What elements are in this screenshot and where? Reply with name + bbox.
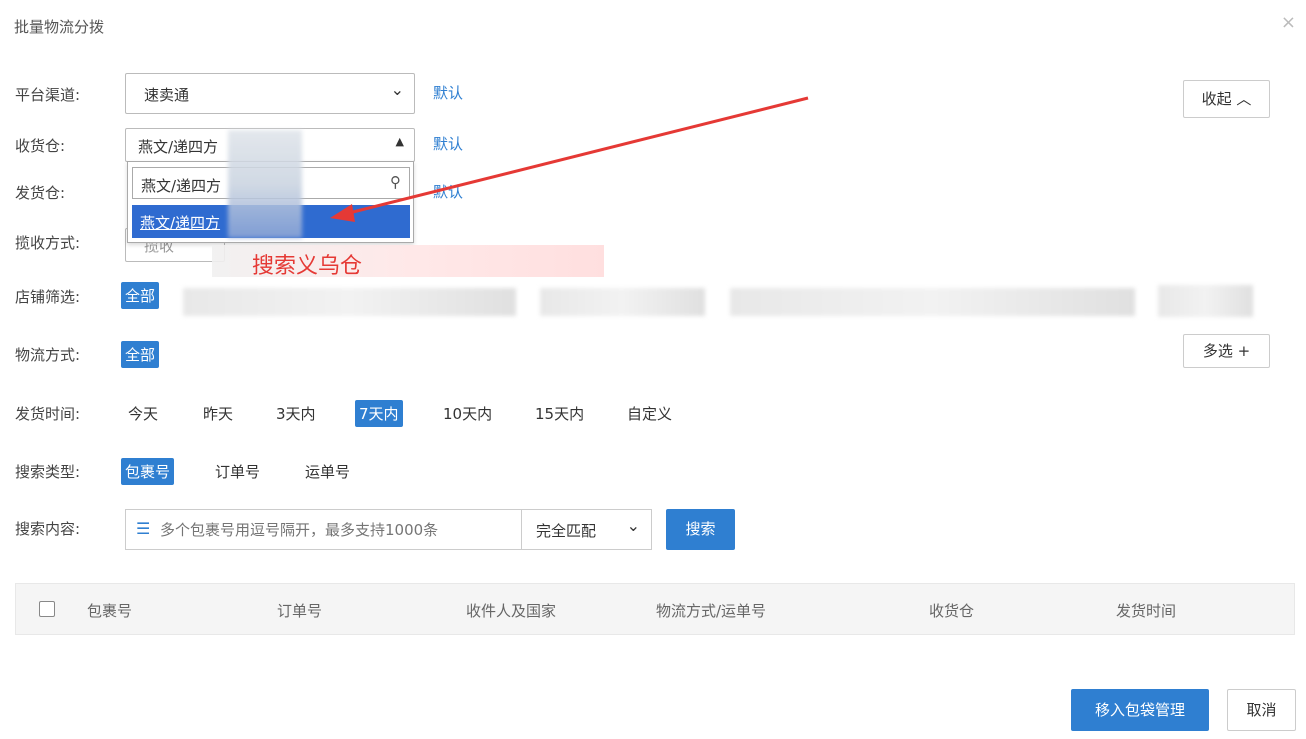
search-type-waybill[interactable]: 运单号 (305, 461, 350, 482)
column-ship-time: 发货时间 (1116, 602, 1177, 620)
redaction-blur (730, 288, 1135, 316)
search-button[interactable]: 搜索 (666, 509, 735, 550)
column-order: 订单号 (277, 602, 323, 620)
redaction-blur (183, 288, 516, 316)
search-content-input[interactable] (160, 511, 520, 548)
search-type-label: 搜索类型: (15, 463, 81, 481)
ship-time-7days[interactable]: 7天内 (355, 400, 403, 427)
ship-time-label: 发货时间: (15, 405, 81, 423)
search-content-label: 搜索内容: (15, 520, 81, 538)
ship-time-15days[interactable]: 15天内 (535, 403, 584, 424)
redaction-blur (540, 288, 705, 316)
table-header: 包裹号 订单号 收件人及国家 物流方式/运单号 收货仓 发货时间 (15, 583, 1295, 635)
match-select-value: 完全匹配 (536, 522, 597, 540)
ship-time-yesterday[interactable]: 昨天 (203, 403, 233, 424)
column-package: 包裹号 (87, 602, 133, 620)
ship-time-3days[interactable]: 3天内 (276, 403, 316, 424)
search-content-group: ☰ 完全匹配 ⌄ (125, 509, 652, 550)
cancel-button[interactable]: 取消 (1227, 689, 1296, 731)
ship-time-custom[interactable]: 自定义 (627, 403, 672, 424)
select-all-checkbox[interactable] (39, 601, 55, 617)
chevron-down-icon: ⌄ (626, 516, 640, 535)
column-logistics: 物流方式/运单号 (656, 602, 767, 620)
redaction-blur (1158, 285, 1253, 317)
search-type-package[interactable]: 包裹号 (121, 458, 175, 485)
logistics-label: 物流方式: (15, 346, 81, 364)
shop-label: 店铺筛选: (15, 288, 81, 306)
ship-time-today[interactable]: 今天 (128, 403, 158, 424)
multi-select-button[interactable]: 多选 + (1183, 334, 1270, 368)
search-type-order[interactable]: 订单号 (215, 461, 260, 482)
match-select[interactable]: 完全匹配 ⌄ (521, 510, 652, 549)
logistics-all-chip[interactable]: 全部 (121, 341, 160, 368)
column-recipient: 收件人及国家 (466, 602, 557, 620)
annotation-text: 搜索义乌仓 (252, 254, 363, 279)
list-icon: ☰ (136, 519, 151, 538)
column-receive-wh: 收货仓 (929, 602, 975, 620)
shop-all-chip[interactable]: 全部 (121, 282, 160, 309)
move-to-bag-button[interactable]: 移入包袋管理 (1071, 689, 1209, 731)
ship-time-10days[interactable]: 10天内 (443, 403, 492, 424)
